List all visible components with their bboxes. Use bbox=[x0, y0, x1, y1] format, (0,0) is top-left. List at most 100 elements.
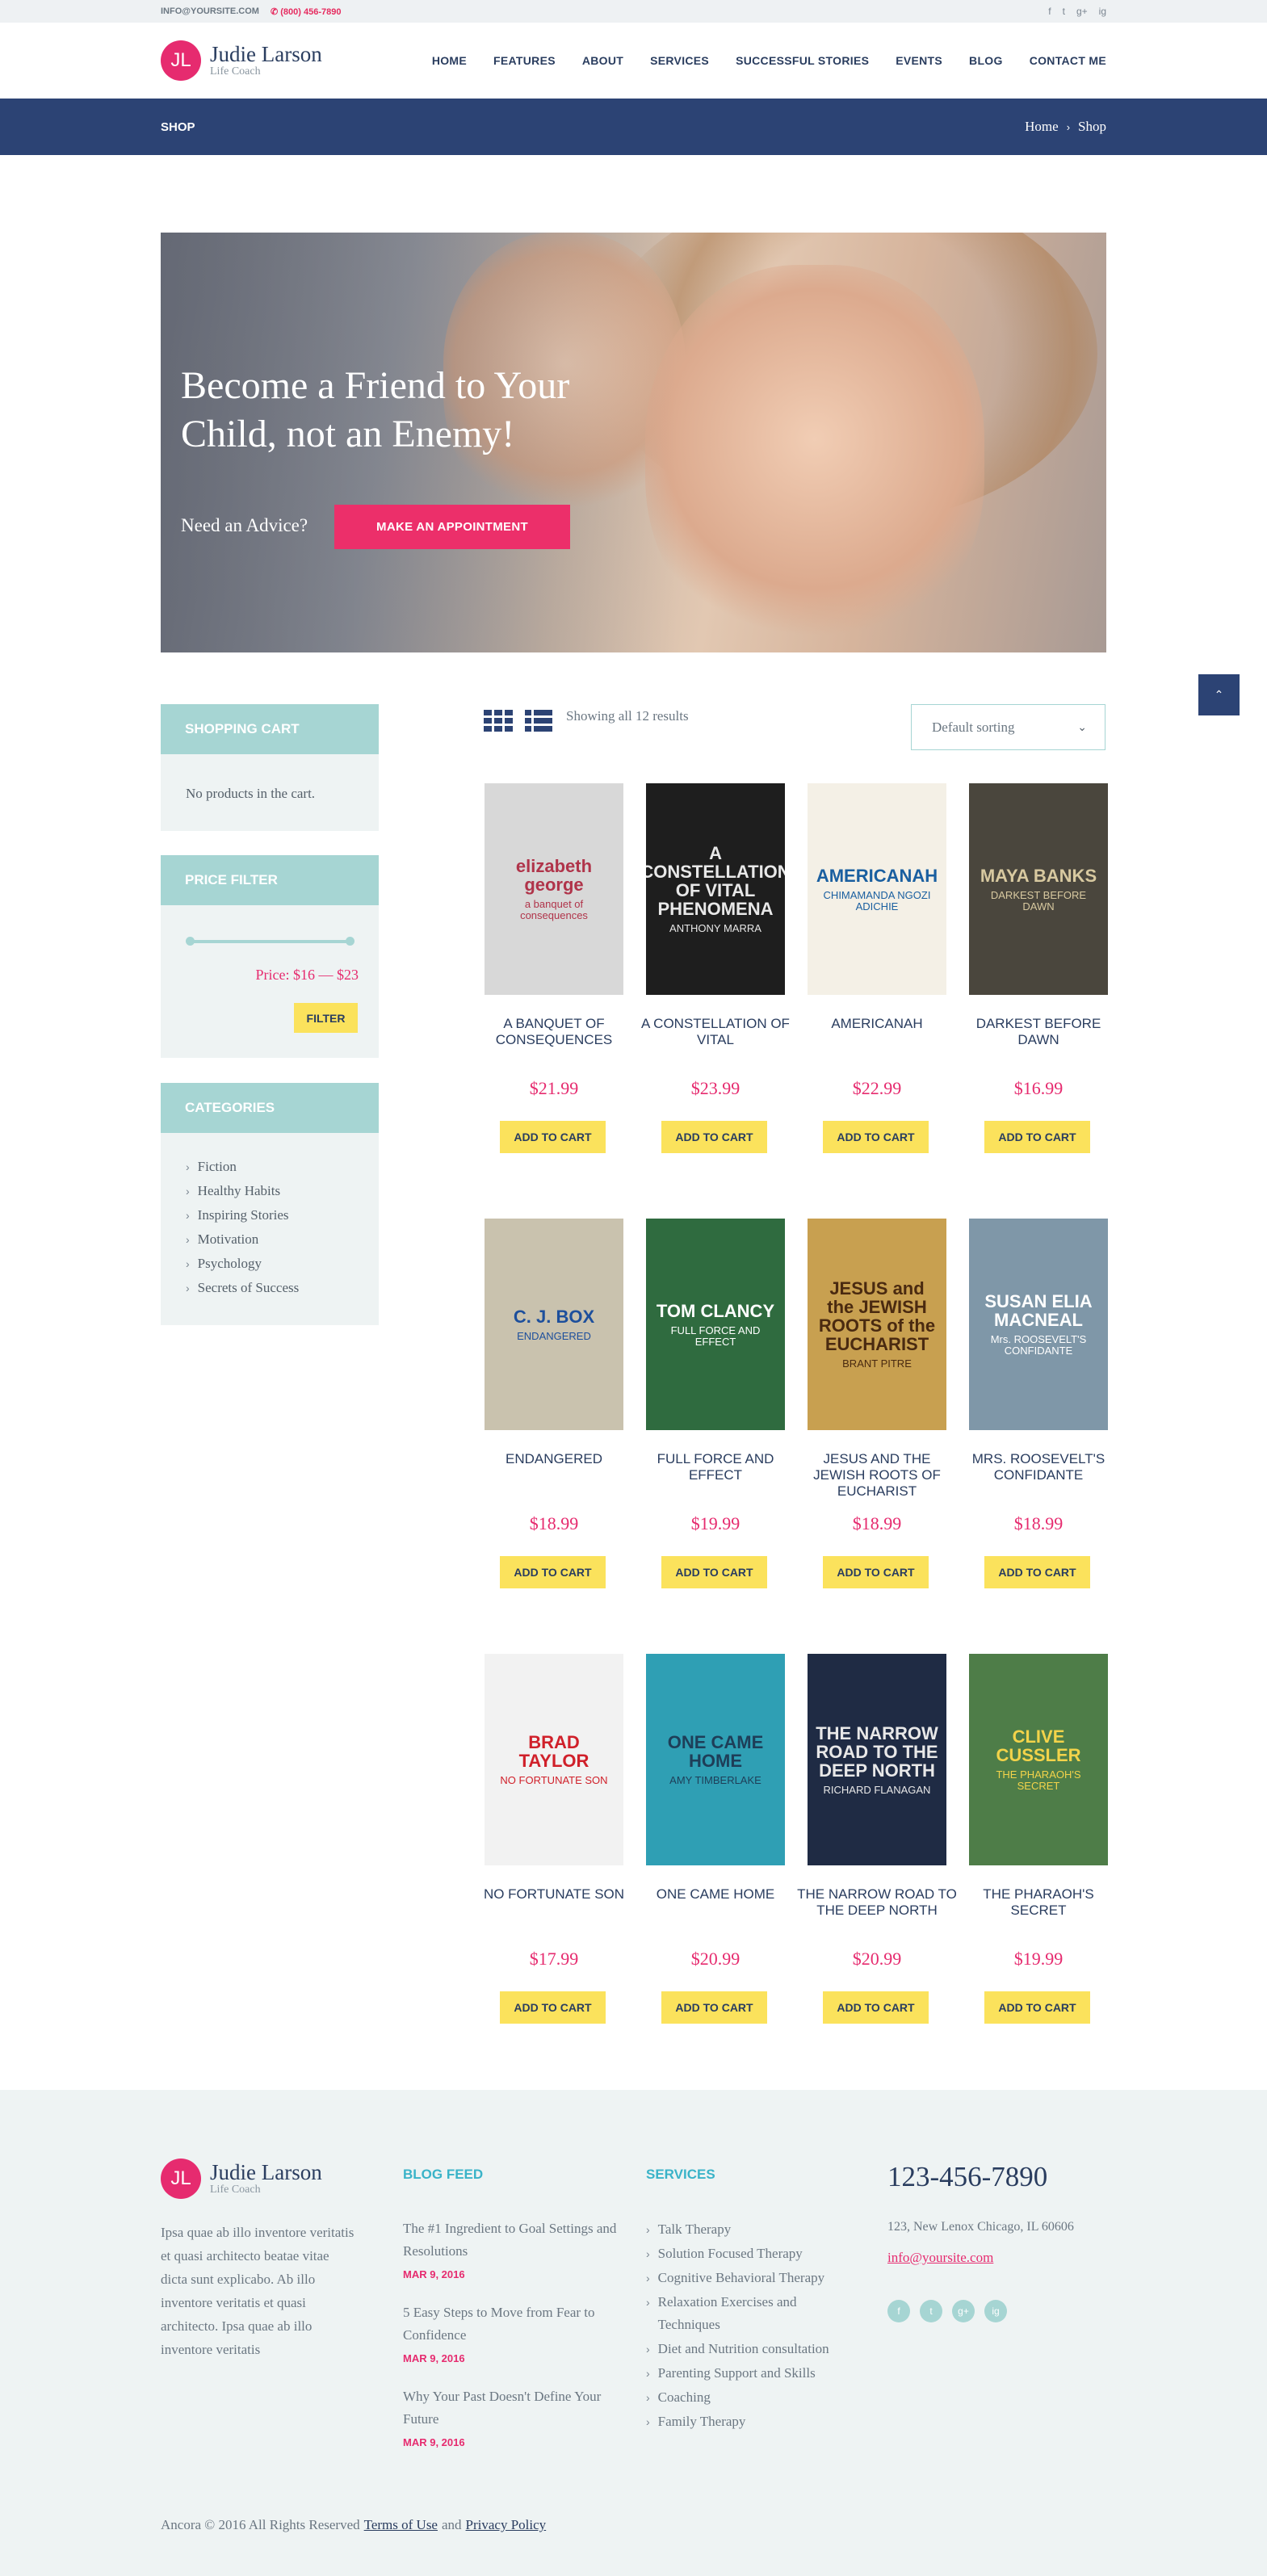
add-to-cart-button[interactable]: ADD TO CART bbox=[984, 1991, 1090, 2024]
product-title[interactable]: A CONSTELLATION OF VITAL bbox=[635, 1016, 796, 1048]
add-to-cart-button[interactable]: ADD TO CART bbox=[984, 1121, 1090, 1153]
price-slider-track[interactable] bbox=[187, 940, 352, 943]
product-title[interactable]: AMERICANAH bbox=[796, 1016, 958, 1032]
product-cover-image[interactable]: JESUS and the JEWISH ROOTS of the EUCHAR… bbox=[808, 1219, 946, 1430]
breadcrumb-home[interactable]: Home bbox=[1025, 119, 1059, 135]
facebook-icon[interactable]: f bbox=[887, 2300, 910, 2322]
price-slider-max-handle[interactable] bbox=[346, 937, 355, 946]
product-title[interactable]: MRS. ROOSEVELT'S CONFIDANTE bbox=[958, 1451, 1119, 1483]
service-link[interactable]: › Cognitive Behavioral Therapy bbox=[646, 2267, 872, 2289]
nav-blog[interactable]: BLOG bbox=[969, 54, 1003, 67]
page-title-bar: SHOP Home › Shop bbox=[0, 99, 1267, 155]
product-cover-image[interactable]: AMERICANAH CHIMAMANDA NGOZI ADICHIE bbox=[808, 783, 946, 995]
nav-successful-stories[interactable]: SUCCESSFUL STORIES bbox=[736, 54, 869, 67]
instagram-icon[interactable]: ig bbox=[984, 2300, 1007, 2322]
product-title[interactable]: THE PHARAOH'S SECRET bbox=[958, 1886, 1119, 1919]
top-email-link[interactable]: INFO@YOURSITE.COM bbox=[161, 6, 259, 16]
blog-post-title[interactable]: The #1 Ingredient to Goal Settings and R… bbox=[403, 2217, 617, 2263]
product-cover-image[interactable]: MAYA BANKS DARKEST BEFORE DAWN bbox=[969, 783, 1108, 995]
add-to-cart-button[interactable]: ADD TO CART bbox=[500, 1121, 606, 1153]
chevron-up-icon: ⌃ bbox=[1214, 688, 1224, 701]
add-to-cart-button[interactable]: ADD TO CART bbox=[823, 1556, 929, 1588]
cover-subtitle-text: NO FORTUNATE SON bbox=[500, 1774, 608, 1787]
privacy-link[interactable]: Privacy Policy bbox=[466, 2517, 547, 2533]
google-plus-icon[interactable]: g+ bbox=[1076, 6, 1088, 17]
site-logo[interactable]: JL Judie Larson Life Coach bbox=[161, 40, 322, 81]
service-link[interactable]: › Parenting Support and Skills bbox=[646, 2362, 872, 2385]
filter-button[interactable]: FILTER bbox=[294, 1003, 358, 1033]
product-cover-image[interactable]: THE NARROW ROAD TO THE DEEP NORTH RICHARD… bbox=[808, 1654, 946, 1865]
product-title[interactable]: FULL FORCE AND EFFECT bbox=[635, 1451, 796, 1483]
nav-services[interactable]: SERVICES bbox=[650, 54, 709, 67]
add-to-cart-button[interactable]: ADD TO CART bbox=[984, 1556, 1090, 1588]
category-healthy-habits[interactable]: › Healthy Habits bbox=[186, 1183, 280, 1199]
top-phone[interactable]: ✆ (800) 456-7890 bbox=[271, 6, 342, 17]
product-price: $20.99 bbox=[852, 1949, 902, 1969]
add-to-cart-button[interactable]: ADD TO CART bbox=[661, 1121, 767, 1153]
nav-home[interactable]: HOME bbox=[432, 54, 467, 67]
category-label: Fiction bbox=[197, 1159, 237, 1174]
product-cover-image[interactable]: elizabeth george a banquet of consequence… bbox=[485, 783, 623, 995]
google-plus-icon[interactable]: g+ bbox=[952, 2300, 975, 2322]
sort-select[interactable]: Default sorting ⌄ bbox=[911, 704, 1105, 750]
product-title[interactable]: JESUS AND THE JEWISH ROOTS OF EUCHARIST bbox=[796, 1451, 958, 1500]
service-link[interactable]: › Relaxation Exercises and Techniques bbox=[646, 2291, 860, 2336]
facebook-icon[interactable]: f bbox=[1048, 6, 1051, 17]
chevron-right-icon: › bbox=[646, 2223, 650, 2236]
twitter-icon[interactable]: t bbox=[920, 2300, 942, 2322]
category-fiction[interactable]: › Fiction bbox=[186, 1159, 237, 1175]
services-title: SERVICES bbox=[646, 2167, 715, 2182]
add-to-cart-button[interactable]: ADD TO CART bbox=[661, 1991, 767, 2024]
category-psychology[interactable]: › Psychology bbox=[186, 1256, 262, 1272]
footer-logo[interactable]: JL Judie Larson Life Coach bbox=[161, 2159, 322, 2199]
product-cover-image[interactable]: SUSAN ELIA MACNEAL Mrs. ROOSEVELT'S CONFI… bbox=[969, 1219, 1108, 1430]
product-cover-image[interactable]: A CONSTELLATION OF VITAL PHENOMENA ANTHON… bbox=[646, 783, 785, 995]
nav-about[interactable]: ABOUT bbox=[582, 54, 623, 67]
product-cover-image[interactable]: ONE CAME HOME AMY TIMBERLAKE bbox=[646, 1654, 785, 1865]
twitter-icon[interactable]: t bbox=[1063, 6, 1065, 17]
category-inspiring-stories[interactable]: › Inspiring Stories bbox=[186, 1207, 289, 1223]
product-title[interactable]: ONE CAME HOME bbox=[635, 1886, 796, 1903]
chevron-right-icon: › bbox=[186, 1160, 190, 1173]
product-title[interactable]: THE NARROW ROAD TO THE DEEP NORTH bbox=[796, 1886, 958, 1919]
add-to-cart-button[interactable]: ADD TO CART bbox=[823, 1121, 929, 1153]
service-link[interactable]: › Family Therapy bbox=[646, 2410, 872, 2433]
add-to-cart-button[interactable]: ADD TO CART bbox=[500, 1991, 606, 2024]
make-appointment-button[interactable]: MAKE AN APPOINTMENT bbox=[334, 505, 570, 549]
add-to-cart-button[interactable]: ADD TO CART bbox=[661, 1556, 767, 1588]
price-label: Price: bbox=[255, 967, 290, 983]
product-cover-image[interactable]: TOM CLANCY FULL FORCE AND EFFECT bbox=[646, 1219, 785, 1430]
service-label: Relaxation Exercises and Techniques bbox=[657, 2294, 797, 2332]
product-cover-image[interactable]: BRAD TAYLOR NO FORTUNATE SON bbox=[485, 1654, 623, 1865]
service-link[interactable]: › Talk Therapy bbox=[646, 2218, 872, 2241]
blog-post-title[interactable]: 5 Easy Steps to Move from Fear to Confid… bbox=[403, 2301, 617, 2347]
service-link[interactable]: › Solution Focused Therapy bbox=[646, 2242, 872, 2265]
product-title[interactable]: DARKEST BEFORE DAWN bbox=[958, 1016, 1119, 1048]
list-view-icon[interactable] bbox=[525, 710, 552, 732]
price-range-value: $16 — $23 bbox=[293, 967, 359, 983]
instagram-icon[interactable]: ig bbox=[1099, 6, 1106, 17]
nav-events[interactable]: EVENTS bbox=[896, 54, 942, 67]
footer-phone[interactable]: 123-456-7890 bbox=[887, 2161, 1047, 2193]
product-title[interactable]: NO FORTUNATE SON bbox=[473, 1886, 635, 1903]
product-cover-image[interactable]: C. J. BOX ENDANGERED bbox=[485, 1219, 623, 1430]
cover-title-text: AMERICANAH bbox=[816, 865, 938, 886]
service-label: Family Therapy bbox=[657, 2414, 746, 2429]
grid-view-icon[interactable] bbox=[484, 710, 513, 732]
product-title[interactable]: A BANQUET OF CONSEQUENCES bbox=[473, 1016, 635, 1048]
add-to-cart-button[interactable]: ADD TO CART bbox=[500, 1556, 606, 1588]
category-secrets-of-success[interactable]: › Secrets of Success bbox=[186, 1280, 299, 1296]
price-slider-min-handle[interactable] bbox=[186, 937, 195, 946]
blog-post-title[interactable]: Why Your Past Doesn't Define Your Future bbox=[403, 2385, 617, 2431]
service-link[interactable]: › Diet and Nutrition consultation bbox=[646, 2338, 872, 2360]
product-title[interactable]: ENDANGERED bbox=[473, 1451, 635, 1467]
scroll-to-top-button[interactable]: ⌃ bbox=[1198, 674, 1240, 715]
nav-features[interactable]: FEATURES bbox=[493, 54, 556, 67]
nav-contact[interactable]: CONTACT ME bbox=[1030, 54, 1106, 67]
category-motivation[interactable]: › Motivation bbox=[186, 1231, 258, 1248]
service-link[interactable]: › Coaching bbox=[646, 2386, 872, 2409]
add-to-cart-button[interactable]: ADD TO CART bbox=[823, 1991, 929, 2024]
terms-link[interactable]: Terms of Use bbox=[364, 2517, 438, 2533]
product-cover-image[interactable]: CLIVE CUSSLER THE PHARAOH'S SECRET bbox=[969, 1654, 1108, 1865]
footer-email-link[interactable]: info@yoursite.com bbox=[887, 2250, 993, 2266]
